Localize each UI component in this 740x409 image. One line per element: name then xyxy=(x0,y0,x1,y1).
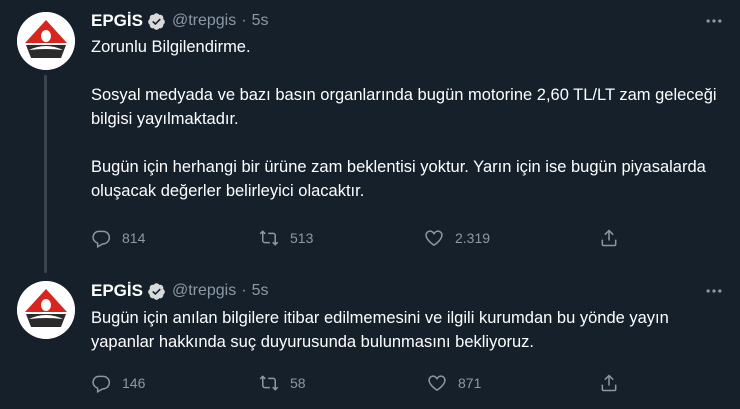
author-name[interactable]: EPGİS xyxy=(91,11,143,31)
like-button[interactable]: 871 xyxy=(427,373,481,393)
more-icon[interactable] xyxy=(702,281,726,301)
tweet-text: Zorunlu Bilgilendirme. Sosyal medyada ve… xyxy=(91,38,717,200)
retweet-button[interactable]: 58 xyxy=(259,373,306,393)
more-icon[interactable] xyxy=(702,11,726,31)
reply-icon xyxy=(92,375,111,393)
epgis-logo xyxy=(17,12,75,70)
like-icon xyxy=(425,230,443,246)
like-count: 2.319 xyxy=(455,230,491,246)
tweet[interactable]: EPGİS @trepgis · 5s Bugün için anılan bi… xyxy=(0,275,740,409)
author-handle[interactable]: @trepgis xyxy=(172,12,236,30)
reply-icon xyxy=(92,230,111,248)
retweet-count: 513 xyxy=(290,230,314,246)
reply-button[interactable]: 814 xyxy=(91,228,145,248)
retweet-icon xyxy=(259,230,279,246)
thread-line xyxy=(44,75,47,273)
retweet-count: 58 xyxy=(290,375,306,391)
timestamp[interactable]: 5s xyxy=(252,12,269,30)
share-button[interactable] xyxy=(599,228,619,253)
avatar[interactable] xyxy=(17,281,75,339)
like-icon xyxy=(428,375,446,391)
separator: · xyxy=(241,12,247,29)
verified-badge-icon xyxy=(147,282,166,301)
separator: · xyxy=(241,282,247,299)
reply-button[interactable]: 146 xyxy=(91,373,145,393)
tweet-actions: 146 58 871 xyxy=(91,373,631,395)
epgis-logo xyxy=(17,281,75,339)
retweet-button[interactable]: 513 xyxy=(259,228,313,248)
tweet-header: EPGİS @trepgis · 5s xyxy=(91,11,268,31)
share-button[interactable] xyxy=(599,373,619,398)
retweet-icon xyxy=(259,375,279,391)
avatar[interactable] xyxy=(17,12,75,70)
verified-badge-icon xyxy=(147,12,166,31)
like-count: 871 xyxy=(458,375,482,391)
tweet-header: EPGİS @trepgis · 5s xyxy=(91,281,268,301)
author-handle[interactable]: @trepgis xyxy=(172,282,236,300)
author-name[interactable]: EPGİS xyxy=(91,281,143,301)
tweet-text: Bugün için anılan bilgilere itibar edilm… xyxy=(91,309,669,351)
tweet[interactable]: EPGİS @trepgis · 5s Zorunlu Bilgilendirm… xyxy=(0,0,740,275)
reply-count: 814 xyxy=(122,230,146,246)
share-icon xyxy=(601,374,617,392)
timestamp[interactable]: 5s xyxy=(252,282,269,300)
reply-count: 146 xyxy=(122,375,146,391)
tweet-actions: 814 513 2.319 xyxy=(91,228,631,250)
like-button[interactable]: 2.319 xyxy=(424,228,490,248)
share-icon xyxy=(601,229,617,247)
